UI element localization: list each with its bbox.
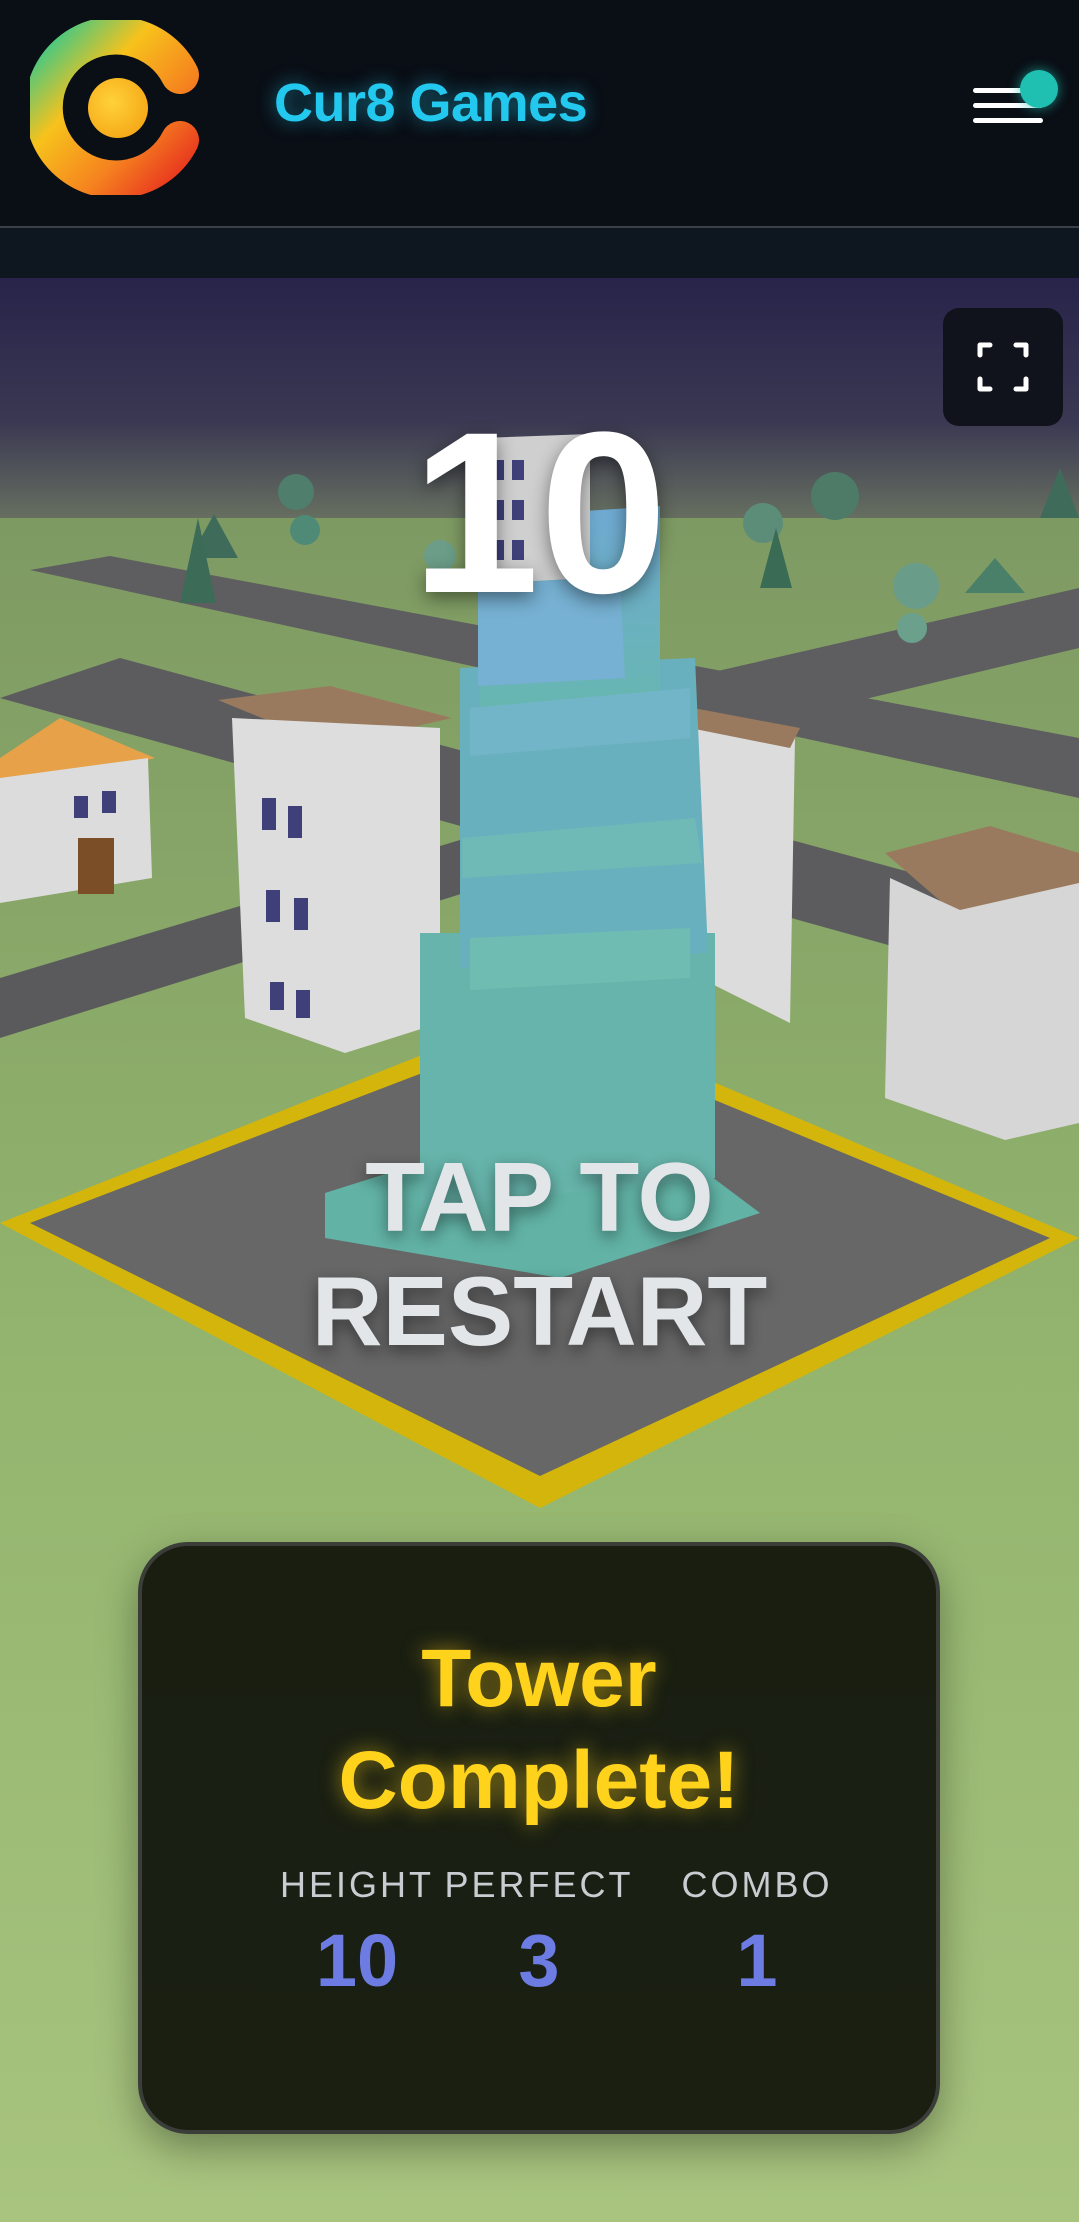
game-canvas[interactable]: 10 TAP TO RESTART Tower Complete! HEIGHT… [0, 278, 1079, 2222]
stat-label: COMBO [681, 1864, 833, 1905]
tap-line-1: TAP TO [365, 1142, 714, 1252]
menu-button[interactable] [970, 70, 1058, 138]
result-title-line-1: Tower [421, 1633, 657, 1724]
menu-bar [973, 118, 1043, 123]
cur8-logo-icon[interactable] [30, 20, 200, 195]
notification-dot-icon [1020, 70, 1058, 108]
brand-name[interactable]: Cur8 Games [274, 72, 588, 134]
tap-to-restart[interactable]: TAP TO RESTART [0, 1140, 1079, 1368]
score-display: 10 [411, 384, 668, 641]
tap-line-2: RESTART [311, 1256, 768, 1366]
stat-value: 1 [736, 1919, 778, 2002]
stat-combo: COMBO 1 [647, 1864, 867, 2003]
stat-perfect: PERFECT 3 [429, 1864, 649, 2003]
result-title: Tower Complete! [142, 1628, 936, 1832]
site-header: Cur8 Games [0, 0, 1079, 228]
stat-label: PERFECT [444, 1864, 634, 1905]
result-card: Tower Complete! HEIGHT 10 PERFECT 3 COMB… [138, 1542, 940, 2134]
stat-value: 3 [518, 1919, 560, 2002]
result-title-line-2: Complete! [338, 1735, 740, 1826]
header-subbar [0, 228, 1079, 278]
